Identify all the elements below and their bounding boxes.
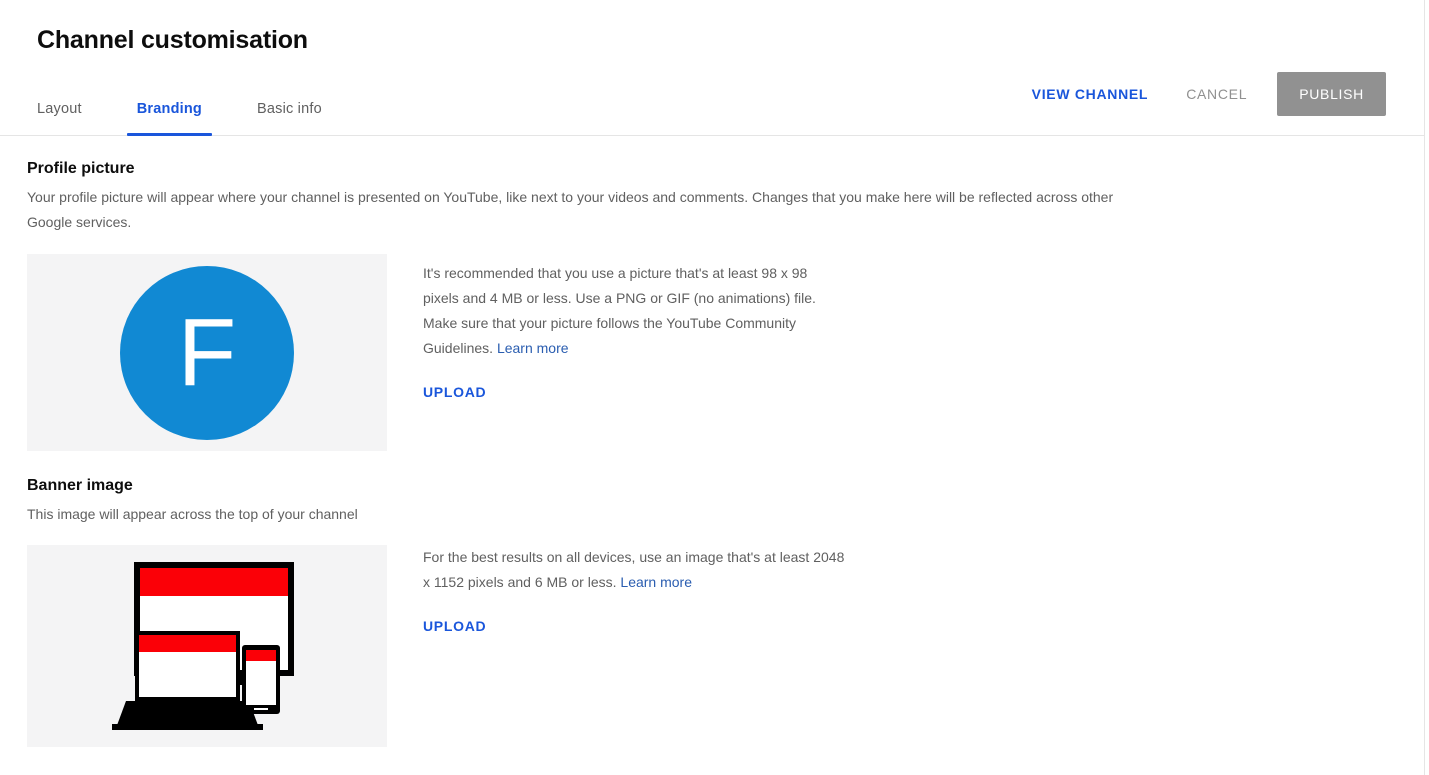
- banner-image-section: Banner image This image will appear acro…: [27, 475, 1424, 747]
- profile-picture-info: It's recommended that you use a picture …: [423, 254, 843, 402]
- profile-picture-recommendation: It's recommended that you use a picture …: [423, 265, 816, 356]
- page-header: Channel customisation Layout Branding Ba…: [0, 0, 1424, 136]
- view-channel-button[interactable]: VIEW CHANNEL: [1026, 78, 1155, 110]
- tab-basic-info[interactable]: Basic info: [257, 101, 322, 135]
- banner-image-info: For the best results on all devices, use…: [423, 545, 853, 636]
- avatar-letter: F: [177, 298, 237, 406]
- cancel-button[interactable]: CANCEL: [1180, 78, 1253, 110]
- banner-image-info-text: For the best results on all devices, use…: [423, 545, 853, 595]
- banner-image-learn-more-link[interactable]: Learn more: [620, 574, 692, 590]
- content-area: Profile picture Your profile picture wil…: [0, 158, 1424, 747]
- publish-button[interactable]: PUBLISH: [1277, 72, 1386, 116]
- channel-customisation-page: Channel customisation Layout Branding Ba…: [0, 0, 1425, 775]
- banner-image-preview[interactable]: [27, 544, 387, 747]
- profile-picture-description: Your profile picture will appear where y…: [27, 189, 1114, 230]
- profile-picture-heading: Profile picture: [27, 160, 135, 177]
- tab-strip: Layout Branding Basic info: [37, 87, 322, 136]
- profile-picture-preview[interactable]: F: [27, 254, 387, 451]
- banner-image-body: For the best results on all devices, use…: [27, 544, 1424, 747]
- page-title: Channel customisation: [37, 26, 308, 54]
- banner-image-upload-button[interactable]: UPLOAD: [423, 618, 486, 634]
- profile-picture-learn-more-link[interactable]: Learn more: [497, 340, 569, 356]
- header-actions: VIEW CHANNEL CANCEL PUBLISH: [1026, 72, 1386, 116]
- tab-branding[interactable]: Branding: [126, 101, 213, 136]
- banner-image-description: This image will appear across the top of…: [27, 506, 358, 522]
- devices-banner-icon: [111, 561, 294, 730]
- tab-layout[interactable]: Layout: [37, 101, 82, 135]
- profile-picture-section: Profile picture Your profile picture wil…: [27, 158, 1424, 451]
- profile-picture-body: F It's recommended that you use a pictur…: [27, 254, 1424, 451]
- profile-picture-upload-button[interactable]: UPLOAD: [423, 384, 486, 400]
- avatar: F: [120, 265, 294, 440]
- profile-picture-info-text: It's recommended that you use a picture …: [423, 261, 843, 361]
- banner-image-heading: Banner image: [27, 477, 133, 494]
